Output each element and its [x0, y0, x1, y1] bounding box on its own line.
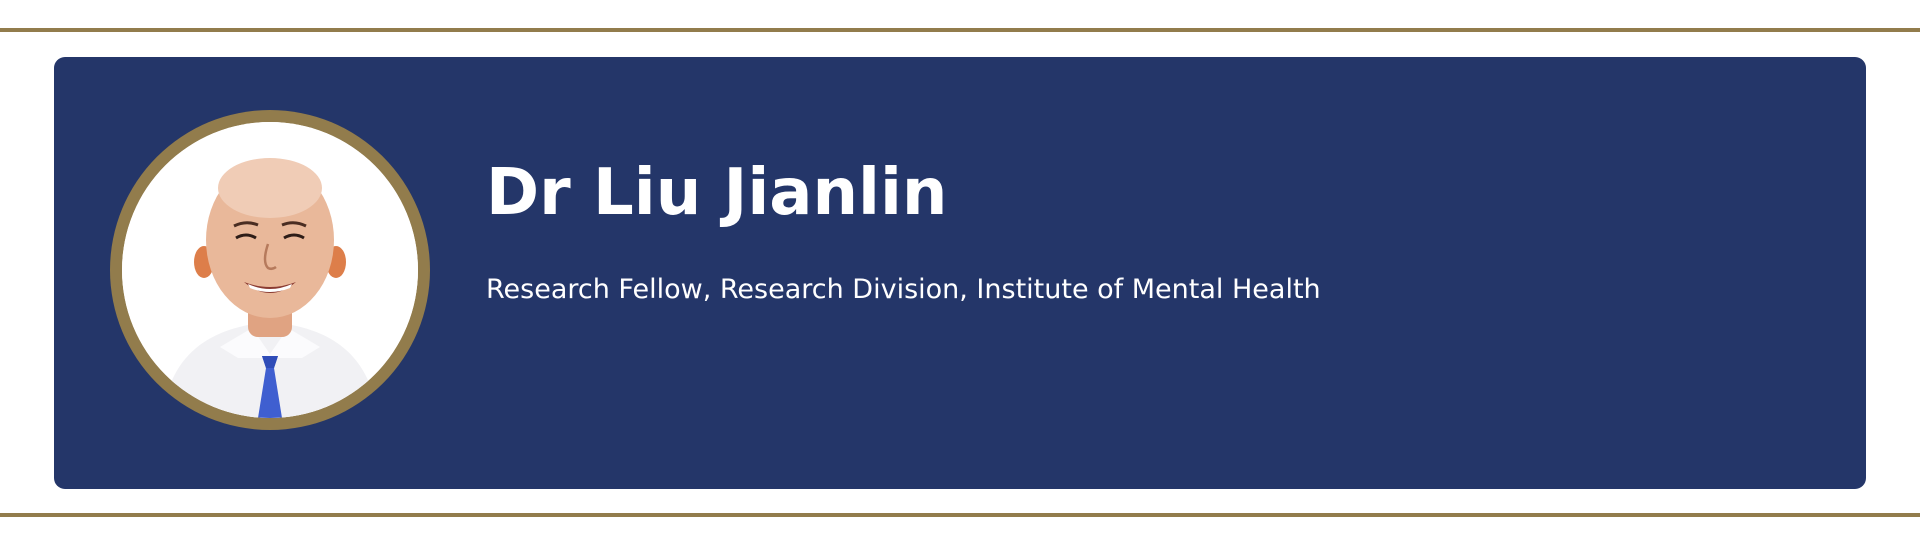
profile-photo — [122, 122, 418, 418]
person-portrait-icon — [122, 122, 418, 418]
avatar — [110, 110, 430, 430]
top-divider — [0, 28, 1920, 32]
bottom-divider — [0, 513, 1920, 517]
profile-name: Dr Liu Jianlin — [486, 156, 948, 230]
profile-role: Research Fellow, Research Division, Inst… — [486, 274, 1321, 305]
